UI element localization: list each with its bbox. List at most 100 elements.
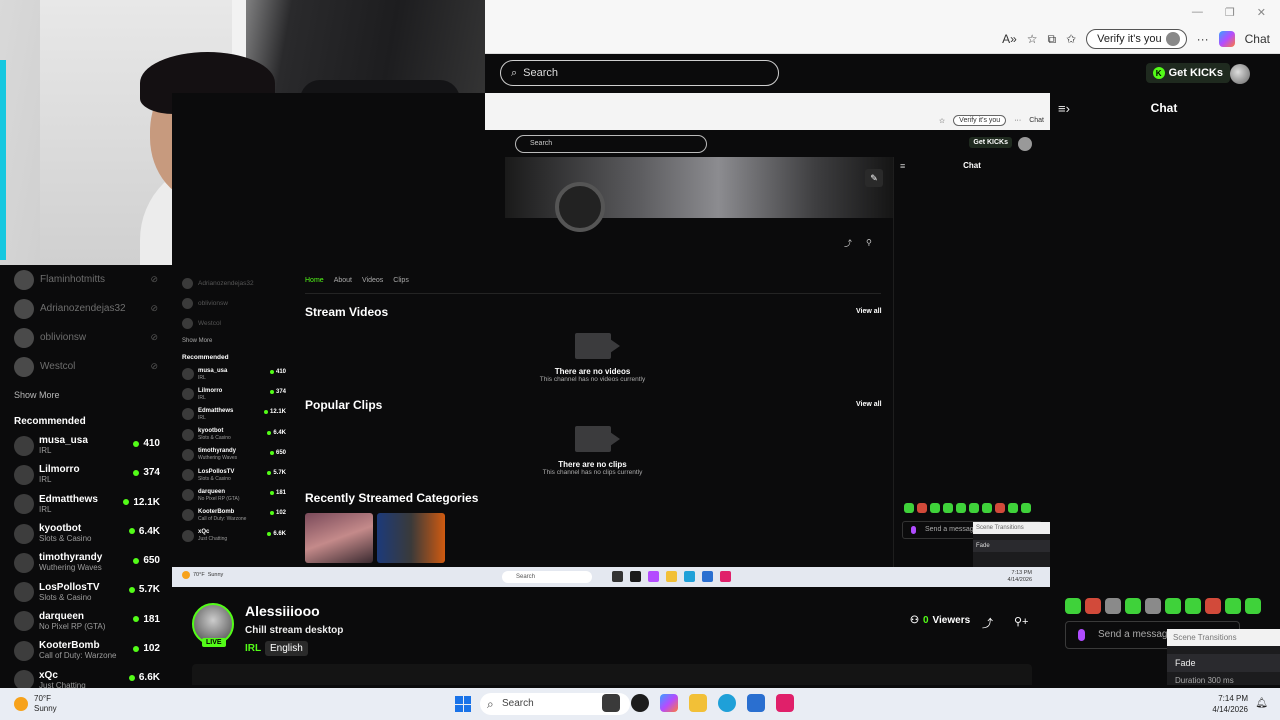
emote-icon[interactable] [1125, 598, 1141, 614]
task-view-icon[interactable] [602, 694, 620, 712]
taskbar-clock[interactable]: 7:14 PM 4/14/2026 [1212, 693, 1248, 715]
viewer-count-value: 102 [143, 643, 160, 655]
stream-inner-verify: Verify it's you [953, 115, 1007, 126]
no-videos-text: There are no videos [554, 367, 631, 376]
emote-icon[interactable] [1185, 598, 1201, 614]
stream-videos-heading: Stream Videos [305, 305, 389, 319]
stream-inner-chat: ≡ Chat Send a message [893, 157, 1050, 567]
stream-inner-rec-item: Lilmorro IRL 374 [182, 384, 292, 404]
channel-name: Edmatthews [39, 493, 98, 505]
stream-inner-rec-name: xQc [198, 529, 210, 536]
sun-icon [182, 571, 190, 579]
recommended-channel[interactable]: LosPollosTV Slots & Casino 5.7K [14, 577, 164, 606]
recommended-channel[interactable]: darqueen No Pixel RP (GTA) 181 [14, 607, 164, 636]
emote-icon[interactable] [1065, 598, 1081, 614]
notification-bell-icon[interactable]: 🔔︎ [1255, 698, 1268, 709]
copilot-chat-label[interactable]: Chat [1245, 32, 1270, 46]
maximize-button[interactable]: ❐ [1225, 6, 1235, 19]
stream-inner-taskbar-search: Search [502, 571, 592, 583]
viewer-count-value: 374 [143, 467, 160, 479]
stream-inner-get-kicks: Get KICKs [969, 137, 1012, 148]
recommended-channel[interactable]: Lilmorro IRL 374 [14, 460, 164, 489]
stream-inner-star-icon: ☆ [938, 117, 946, 125]
sun-icon [14, 697, 28, 711]
live-dot-icon [128, 586, 135, 593]
copilot-icon[interactable] [660, 694, 678, 712]
sidebar-following-item[interactable]: oblivionsw ⊘ [14, 323, 164, 352]
channel-avatar [14, 523, 34, 544]
favorites-icon[interactable]: ✩ [1066, 32, 1076, 46]
search-input[interactable]: ⌕ Search [500, 60, 779, 86]
stream-inner-rec-cat: Slots & Casino [198, 475, 231, 482]
sidebar-following-item[interactable]: Westcol ⊘ [14, 352, 164, 381]
stream-category-link[interactable]: IRL [245, 643, 261, 654]
get-kicks-button[interactable]: K Get KICKs [1145, 63, 1230, 83]
viewer-count-value: 410 [143, 438, 160, 449]
recommended-channel[interactable]: KooterBomb Call of Duty: Warzone 102 [14, 636, 164, 665]
emote-icon[interactable] [1085, 598, 1101, 614]
recommended-channel[interactable]: kyootbot Slots & Casino 6.4K [14, 519, 164, 548]
verify-identity-button[interactable]: Verify it's you [1086, 29, 1187, 49]
windows-start-icon[interactable] [455, 696, 471, 712]
stream-inner-taskbar: 70°F Sunny Search 7:13 PM 4/14/2026 [172, 567, 1050, 587]
minimize-button[interactable]: — [1192, 6, 1203, 19]
stream-inner-following: Westcol [182, 313, 292, 333]
sidebar-following-item[interactable]: Adrianozendejas32 ⊘ [14, 294, 164, 323]
emote-icon[interactable] [1105, 598, 1121, 614]
microsoft-store-icon[interactable] [747, 694, 765, 712]
weather-widget[interactable]: 70°F Sunny [14, 694, 57, 714]
stream-video-player[interactable]: ☆ Verify it's you ··· Chat Search Get KI… [172, 93, 1050, 587]
channel-avatar [182, 448, 194, 461]
close-window-button[interactable]: ✕ [1257, 6, 1266, 19]
send-message-placeholder: Send a message [1098, 629, 1174, 640]
stream-inner-rec-name: timothyrandy [198, 448, 237, 455]
stream-inner-rec-cat: IRL [198, 394, 206, 401]
recommended-channel[interactable]: Edmatthews IRL 12.1K [14, 490, 164, 519]
viewer-count-value: 6.4K [138, 525, 160, 537]
show-more-link[interactable]: Show More [14, 390, 164, 400]
scene-transitions-header: Scene Transitions [1167, 629, 1280, 646]
stream-inner-following-name: Adrianozendejas32 [198, 279, 254, 287]
window-controls: — ❐ ✕ [1192, 6, 1266, 19]
stream-inner-rec-item: KooterBomb Call of Duty: Warzone 102 [182, 505, 292, 525]
emote-icon[interactable] [1145, 598, 1161, 614]
scene-fade-option[interactable]: Fade [1167, 654, 1280, 672]
favorite-star-icon[interactable]: ☆ [1027, 32, 1038, 46]
emote-icon [956, 503, 966, 513]
no-clips-subtext: This channel has no clips currently [542, 469, 643, 476]
recommended-channel[interactable]: timothyrandy Wuthering Waves 650 [14, 548, 164, 577]
sidebar-following-item[interactable]: Flaminhotmitts ⊘ [14, 265, 164, 294]
stream-inner-time: 7:13 PM [1011, 570, 1032, 576]
emote-icon[interactable] [1245, 598, 1261, 614]
copilot-icon[interactable] [1218, 31, 1235, 47]
file-explorer-icon[interactable] [689, 694, 707, 712]
channel-avatar [182, 428, 194, 441]
user-avatar[interactable] [1230, 64, 1250, 84]
recommended-channel[interactable]: musa_usa IRL 410 [14, 431, 164, 460]
channel-category: No Pixel RP (GTA) [39, 621, 106, 631]
channel-name[interactable]: Alessiiiooo [245, 603, 320, 619]
follow-icon[interactable]: ⚲+ [1014, 615, 1028, 628]
channel-avatar [182, 469, 194, 482]
stream-inner-rec-name: Edmatthews [198, 407, 234, 414]
share-icon[interactable]: ⤴ [982, 615, 993, 631]
video-camera-icon [574, 426, 620, 452]
edge-icon[interactable] [718, 694, 736, 712]
emote-icon [943, 503, 953, 513]
emote-icon[interactable] [1225, 598, 1241, 614]
stream-inner-rec-item: musa_usa IRL 410 [182, 364, 292, 384]
emote-icon[interactable] [1165, 598, 1181, 614]
tiktok-icon[interactable] [776, 694, 794, 712]
extensions-icon[interactable]: ⧉ [1048, 32, 1057, 47]
channel-avatar [182, 368, 194, 381]
read-aloud-icon[interactable]: A» [1002, 32, 1017, 46]
language-tag[interactable]: English [265, 641, 308, 656]
emote-icon[interactable] [1205, 598, 1221, 614]
more-menu-icon[interactable]: ··· [1197, 32, 1209, 46]
stream-inner-search: Search [515, 135, 707, 153]
stream-inner-emote-bar [904, 503, 1031, 513]
scene-duration-label: Duration [1175, 676, 1206, 685]
obs-icon[interactable] [631, 694, 649, 712]
stream-inner-rec-cat: IRL [198, 414, 206, 421]
stream-inner-rec-name: Lilmorro [198, 387, 223, 394]
